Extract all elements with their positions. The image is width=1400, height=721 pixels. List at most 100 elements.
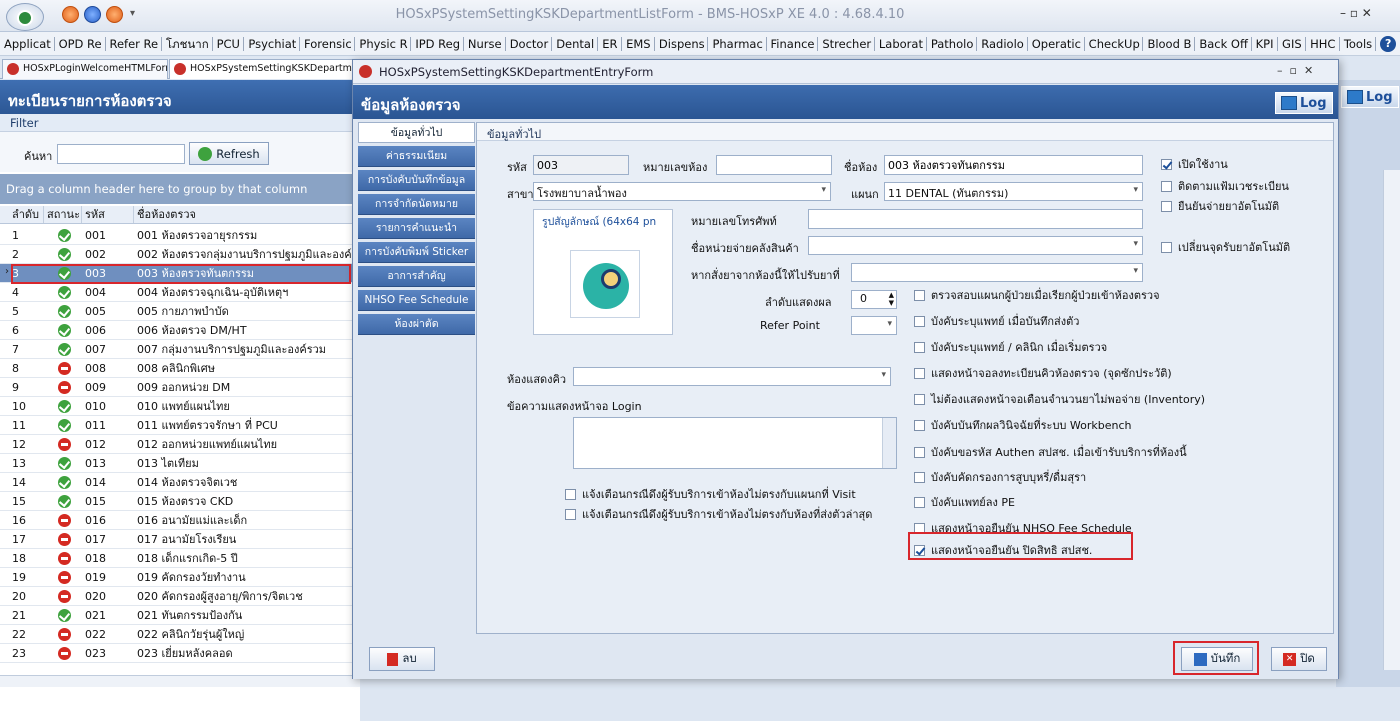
nav-tab[interactable]: การบังคับพิมพ์ Sticker — [358, 242, 475, 263]
table-row[interactable]: 23 023 023 เยี่ยมหลังคลอด — [0, 644, 360, 663]
login-msg-textarea[interactable] — [573, 417, 897, 469]
option-checkbox[interactable]: ติดตามแฟ้มเวชระเบียน — [1161, 177, 1289, 195]
horizontal-scrollbar[interactable] — [0, 675, 360, 687]
table-row[interactable]: 1 001 001 ห้องตรวจอายุรกรรม — [0, 226, 360, 245]
quick-access-icon-2[interactable] — [106, 6, 123, 23]
menu-item[interactable]: OPD Re — [55, 36, 106, 51]
checkbox-icon[interactable] — [914, 289, 925, 301]
option-checkbox[interactable]: เปิดใช้งาน — [1161, 155, 1228, 173]
table-row[interactable]: 21 021 021 ทันตกรรมป้องกัน — [0, 606, 360, 625]
tab-login-welcome[interactable]: HOSxPLoginWelcomeHTMLForm — [2, 59, 168, 79]
menu-item[interactable]: IPD Reg — [411, 36, 464, 51]
menu-item[interactable]: GIS — [1278, 36, 1307, 51]
menu-item[interactable]: Psychiat — [244, 36, 301, 51]
nav-tab[interactable]: ค่าธรรมเนียม — [358, 146, 475, 167]
order-spinner[interactable]: 0 ▲ ▼ — [851, 290, 897, 309]
option-checkbox[interactable]: บังคับระบุแพทย์ เมื่อบันทึกส่งตัว — [914, 312, 1079, 330]
checkbox-icon[interactable] — [914, 315, 925, 327]
table-row[interactable]: 20 020 020 คัดกรองผู้สูงอายุ/พิการ/จิตเวช — [0, 587, 360, 606]
refer-room-select[interactable] — [851, 263, 1143, 282]
col-status[interactable]: สถานะ — [44, 206, 82, 223]
nav-tab[interactable]: อาการสำคัญ — [358, 266, 475, 287]
refer-point-select[interactable] — [851, 316, 897, 335]
option-checkbox[interactable]: ไม่ต้องแสดงหน้าจอเตือนจำนวนยาไม่พอจ่าย (… — [914, 390, 1205, 408]
stock-select[interactable] — [808, 236, 1143, 255]
checkbox-icon[interactable] — [914, 471, 925, 483]
menu-item[interactable]: Strecher — [818, 36, 875, 51]
room-name-field[interactable] — [884, 155, 1143, 175]
menu-item[interactable]: CheckUp — [1085, 36, 1144, 51]
room-no-field[interactable] — [716, 155, 832, 175]
table-row[interactable]: 9 009 009 ออกหน่วย DM — [0, 378, 360, 397]
table-row[interactable]: 18 018 018 เด็กแรกเกิด-5 ปี — [0, 549, 360, 568]
option-checkbox[interactable]: บังคับคัดกรองการสูบบุหรี่/ดื่มสุรา — [914, 468, 1086, 486]
option-checkbox[interactable]: บังคับแพทย์ลง PE — [914, 493, 1015, 511]
dept-select[interactable]: 11 DENTAL (ทันตกรรม) — [884, 182, 1143, 201]
spinner-arrows-icon[interactable]: ▲ ▼ — [889, 291, 894, 307]
menu-item[interactable]: Blood B — [1143, 36, 1196, 51]
menu-item[interactable]: Refer Re — [106, 36, 162, 51]
menu-item[interactable]: Patholo — [927, 36, 978, 51]
menu-item[interactable]: Nurse — [464, 36, 506, 51]
menu-item[interactable]: Dental — [552, 36, 599, 51]
customize-qa-icon[interactable]: ▾ — [130, 8, 135, 19]
option-checkbox[interactable]: บังคับบันทึกผลวินิจฉัยที่ระบบ Workbench — [914, 416, 1132, 434]
table-row[interactable]: 8 008 008 คลินิกพิเศษ — [0, 359, 360, 378]
table-row[interactable]: 22 022 022 คลินิกวัยรุ่นผู้ใหญ่ — [0, 625, 360, 644]
dialog-window-controls[interactable]: – ▫ ✕ — [1277, 64, 1313, 77]
checkbox-icon[interactable] — [914, 341, 925, 353]
option-checkbox[interactable]: ยืนยันจ่ายยาอัตโนมัติ — [1161, 197, 1279, 215]
col-code[interactable]: รหัส — [82, 206, 134, 223]
phone-field[interactable] — [808, 209, 1143, 229]
nav-tab[interactable]: การบังคับบันทึกข้อมูล — [358, 170, 475, 191]
checkbox-icon[interactable] — [914, 446, 925, 458]
option-checkbox[interactable]: บังคับขอรหัส Authen สปสช. เมื่อเข้ารับบร… — [914, 443, 1187, 461]
option-checkbox[interactable]: แจ้งเตือนกรณีดึงผู้รับบริการเข้าห้องไม่ต… — [565, 485, 856, 503]
checked-box-icon[interactable] — [1161, 158, 1172, 170]
option-checkbox[interactable]: บังคับระบุแพทย์ / คลินิก เมื่อเริ่มตรวจ — [914, 338, 1107, 356]
tab-department-list[interactable]: HOSxPSystemSettingKSKDepartmen — [169, 59, 359, 79]
table-row[interactable]: 16 016 016 อนามัยแม่และเด็ก — [0, 511, 360, 530]
table-row[interactable]: 10 010 010 แพทย์แผนไทย — [0, 397, 360, 416]
option-checkbox[interactable]: ตรวจสอบแผนกผู้ป่วยเมื่อเรียกผู้ป่วยเข้าห… — [914, 286, 1160, 304]
refresh-button[interactable]: Refresh — [189, 142, 269, 165]
menu-item[interactable]: Forensic — [300, 36, 356, 51]
checkbox-icon[interactable] — [1161, 241, 1172, 253]
branch-select[interactable]: โรงพยาบาลน้ำพอง — [533, 182, 831, 201]
nav-tab[interactable]: รายการคำแนะนำ — [358, 218, 475, 239]
menu-item[interactable]: Pharmac — [708, 36, 767, 51]
menu-item[interactable]: Physic R — [355, 36, 412, 51]
window-controls[interactable]: – ▫ ✕ — [1340, 6, 1372, 20]
menu-item[interactable]: Dispens — [655, 36, 709, 51]
table-row[interactable]: 13 013 013 ไตเทียม — [0, 454, 360, 473]
table-row[interactable]: 2 002 002 ห้องตรวจกลุ่มงานบริการปฐมภูมิและ… — [0, 245, 360, 264]
vertical-scrollbar[interactable] — [1383, 170, 1400, 670]
table-row[interactable]: 17 017 017 อนามัยโรงเรียน — [0, 530, 360, 549]
menu-item[interactable]: Back Off — [1195, 36, 1252, 51]
code-field[interactable] — [533, 155, 629, 175]
nav-tab[interactable]: ห้องผ่าตัด — [358, 314, 475, 335]
checkbox-icon[interactable] — [565, 508, 576, 520]
menu-item[interactable]: Doctor — [506, 36, 553, 51]
table-row[interactable]: 11 011 011 แพทย์ตรวจรักษา ที่ PCU — [0, 416, 360, 435]
home-icon[interactable] — [84, 6, 101, 23]
option-checkbox[interactable]: เปลี่ยนจุดรับยาอัตโนมัติ — [1161, 238, 1290, 256]
option-checkbox[interactable]: แสดงหน้าจอลงทะเบียนคิวห้องตรวจ (จุดซักปร… — [914, 364, 1172, 382]
menu-item[interactable]: Operatic — [1028, 36, 1085, 51]
menu-item[interactable]: PCU — [213, 36, 245, 51]
app-menu-button[interactable] — [6, 3, 44, 31]
table-row[interactable]: 4 004 004 ห้องตรวจฉุกเฉิน-อุบัติเหตุฯ — [0, 283, 360, 302]
nav-tab[interactable]: NHSO Fee Schedule — [358, 290, 475, 311]
table-row[interactable]: 19 019 019 คัดกรองวัยทำงาน — [0, 568, 360, 587]
logo-box[interactable]: รูปสัญลักษณ์ (64x64 pn — [533, 209, 673, 335]
checkbox-icon[interactable] — [1161, 180, 1172, 192]
help-icon[interactable]: ? — [1380, 35, 1396, 52]
close-button[interactable]: ✕ ปิด — [1271, 647, 1327, 671]
nav-tab[interactable]: การจำกัดนัดหมาย — [358, 194, 475, 215]
col-name[interactable]: ชื่อห้องตรวจ — [134, 206, 360, 223]
table-row[interactable]: 7 007 007 กลุ่มงานบริการปฐมภูมิและองค์รวม — [0, 340, 360, 359]
table-row[interactable]: 15 015 015 ห้องตรวจ CKD — [0, 492, 360, 511]
menu-item[interactable]: Applicat — [0, 36, 55, 51]
queue-room-select[interactable] — [573, 367, 891, 386]
textarea-scrollbar[interactable] — [882, 418, 896, 468]
